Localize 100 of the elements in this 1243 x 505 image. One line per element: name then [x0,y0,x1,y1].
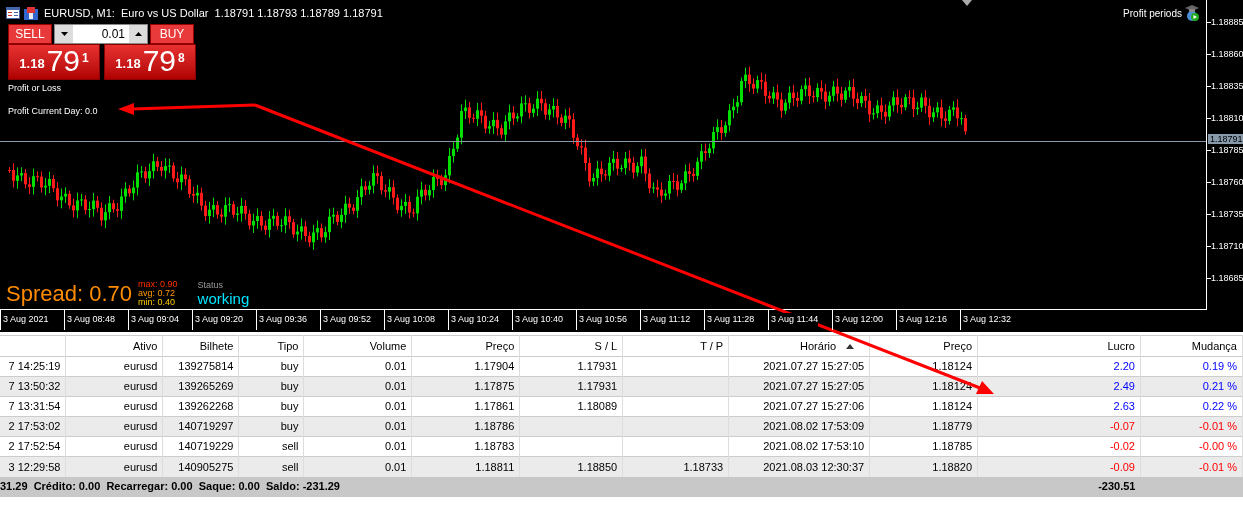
time-axis-label: 3 Aug 11:28 [707,313,755,327]
table-cell: 2021.08.02 17:53:09 [763,420,865,433]
status-label: Status [197,280,224,290]
sell-button[interactable]: SELL [8,24,52,44]
table-cell: 1.18786 [474,420,515,433]
table-cell: -0.00 % [1199,440,1237,453]
table-cell: 2021.08.03 12:30:37 [763,460,865,473]
table-cell: 1.18124 [932,400,973,413]
time-axis-label: 3 Aug 12:00 [835,313,884,327]
column-header[interactable]: Mudança [1191,337,1237,355]
table-cell: eurusd [123,440,158,453]
table-cell: 2 17:52:54 [8,440,61,453]
table-cell: sell [281,440,299,453]
table-cell: eurusd [123,420,158,433]
price-axis-label: 1.18760 [1211,177,1243,187]
table-cell: 1.17904 [474,360,515,373]
table-cell: eurusd [123,380,158,393]
profit-current-day-label: Profit Current Day: 0.0 [8,104,98,118]
table-cell: 1.17861 [474,400,515,413]
column-header[interactable]: Ativo [132,337,158,355]
table-cell: 7 13:50:32 [8,380,61,393]
table-cell: 140719297 [178,420,234,433]
profit-periods-label: Profit periods [1123,6,1182,21]
table-cell: eurusd [123,360,158,373]
price-axis-label: 1.18735 [1211,209,1243,219]
table-cell: 2.63 [1113,400,1135,413]
table-cell: 0.01 [384,360,407,373]
table-cell: buy [280,380,299,393]
table-cell: 2021.08.02 17:53:10 [763,440,865,453]
table-cell: -0.09 [1109,460,1135,473]
column-header[interactable]: Preço [943,337,973,355]
table-cell: 2021.07.27 15:27:05 [763,360,865,373]
price-axis-label: 1.18835 [1211,81,1243,91]
table-cell: 7 14:25:19 [8,360,61,373]
table-cell: 0.01 [384,380,407,393]
time-axis-label: 3 Aug 08:48 [67,313,116,327]
table-cell: 1.18733 [683,460,724,473]
price-axis-label: 1.18810 [1211,113,1243,123]
column-header[interactable]: Volume [369,337,407,355]
table-cell: 2021.07.27 15:27:05 [763,380,865,393]
table-cell: 1.18820 [932,460,973,473]
table-cell: 2 17:53:02 [8,420,61,433]
profit-or-loss-label: Profit or Loss [8,82,62,95]
buy-button[interactable]: BUY [150,24,194,44]
table-cell: 7 13:31:54 [8,400,61,413]
table-cell: 0.19 % [1202,360,1237,373]
period-marker-icon [962,0,972,6]
table-cell: -0.01 % [1199,420,1237,433]
table-cell: 2021.07.27 15:27:06 [763,400,865,413]
spread-stat: min: 0.40 [138,298,177,307]
time-axis-label: 3 Aug 10:56 [579,313,628,327]
table-cell: -0.07 [1109,420,1135,433]
account-summary: 31.29 Crédito: 0.00 Recarregar: 0.00 Saque: 0.00 Saldo: -231.29 [0,480,340,493]
table-cell: sell [281,460,299,473]
column-header[interactable]: Preço [485,337,515,355]
table-cell: 1.17931 [577,360,618,373]
table-cell: 140719229 [178,440,234,453]
table-cell: buy [280,400,299,413]
price-axis-label: 1.18685 [1211,273,1243,283]
table-cell: 2.49 [1113,380,1135,393]
current-price-label: 1.18791 [1208,134,1243,144]
table-cell: 1.18124 [932,360,973,373]
table-icon[interactable] [6,7,20,20]
spread-stat: max: 0.90 [138,280,178,289]
time-axis-label: 3 Aug 09:36 [259,313,308,327]
time-axis-label: 3 Aug 09:52 [323,313,372,327]
table-cell: 1.18785 [932,440,973,453]
total-profit: -230.51 [1098,480,1136,493]
column-header[interactable]: Bilhete [199,337,234,355]
time-axis-label: 3 Aug 2021 [3,313,49,327]
time-axis-label: 3 Aug 11:12 [643,313,691,327]
table-cell: 0.01 [384,440,407,453]
column-header[interactable]: S / L [594,337,618,355]
column-header[interactable]: T / P [700,337,724,355]
table-cell: eurusd [123,460,158,473]
graduate-icon[interactable] [1184,4,1201,22]
table-cell: -0.01 % [1199,460,1237,473]
time-axis-label: 3 Aug 10:24 [451,313,500,327]
time-axis-label: 3 Aug 11:44 [771,313,819,327]
table-cell: 140905275 [178,460,234,473]
table-cell: buy [280,360,299,373]
chart-title: EURUSD, M1: Euro vs US Dollar 1.18791 1.18793 1.18789 1.18791 [44,6,383,21]
column-header[interactable]: Tipo [277,337,299,355]
time-axis-label: 3 Aug 12:32 [963,313,1012,327]
table-cell: 1.18850 [577,460,618,473]
table-cell: 1.18811 [475,460,515,473]
table-cell: 0.01 [384,400,407,413]
table-cell: 2.20 [1113,360,1135,373]
spread-label: Spread: 0.70 [6,280,132,307]
table-cell: 139265269 [178,380,234,393]
time-axis-label: 3 Aug 10:08 [387,313,436,327]
table-cell: 0.21 % [1202,380,1237,393]
column-header[interactable]: Horário [800,337,837,355]
time-axis-label: 3 Aug 09:20 [195,313,244,327]
column-header[interactable]: Lucro [1107,337,1135,355]
table-cell: 0.01 [384,420,407,433]
table-cell: 3 12:29:58 [8,460,61,473]
table-cell: 139262268 [178,400,234,413]
toolbox-icon[interactable] [24,6,38,20]
price-axis-label: 1.18885 [1211,17,1243,27]
